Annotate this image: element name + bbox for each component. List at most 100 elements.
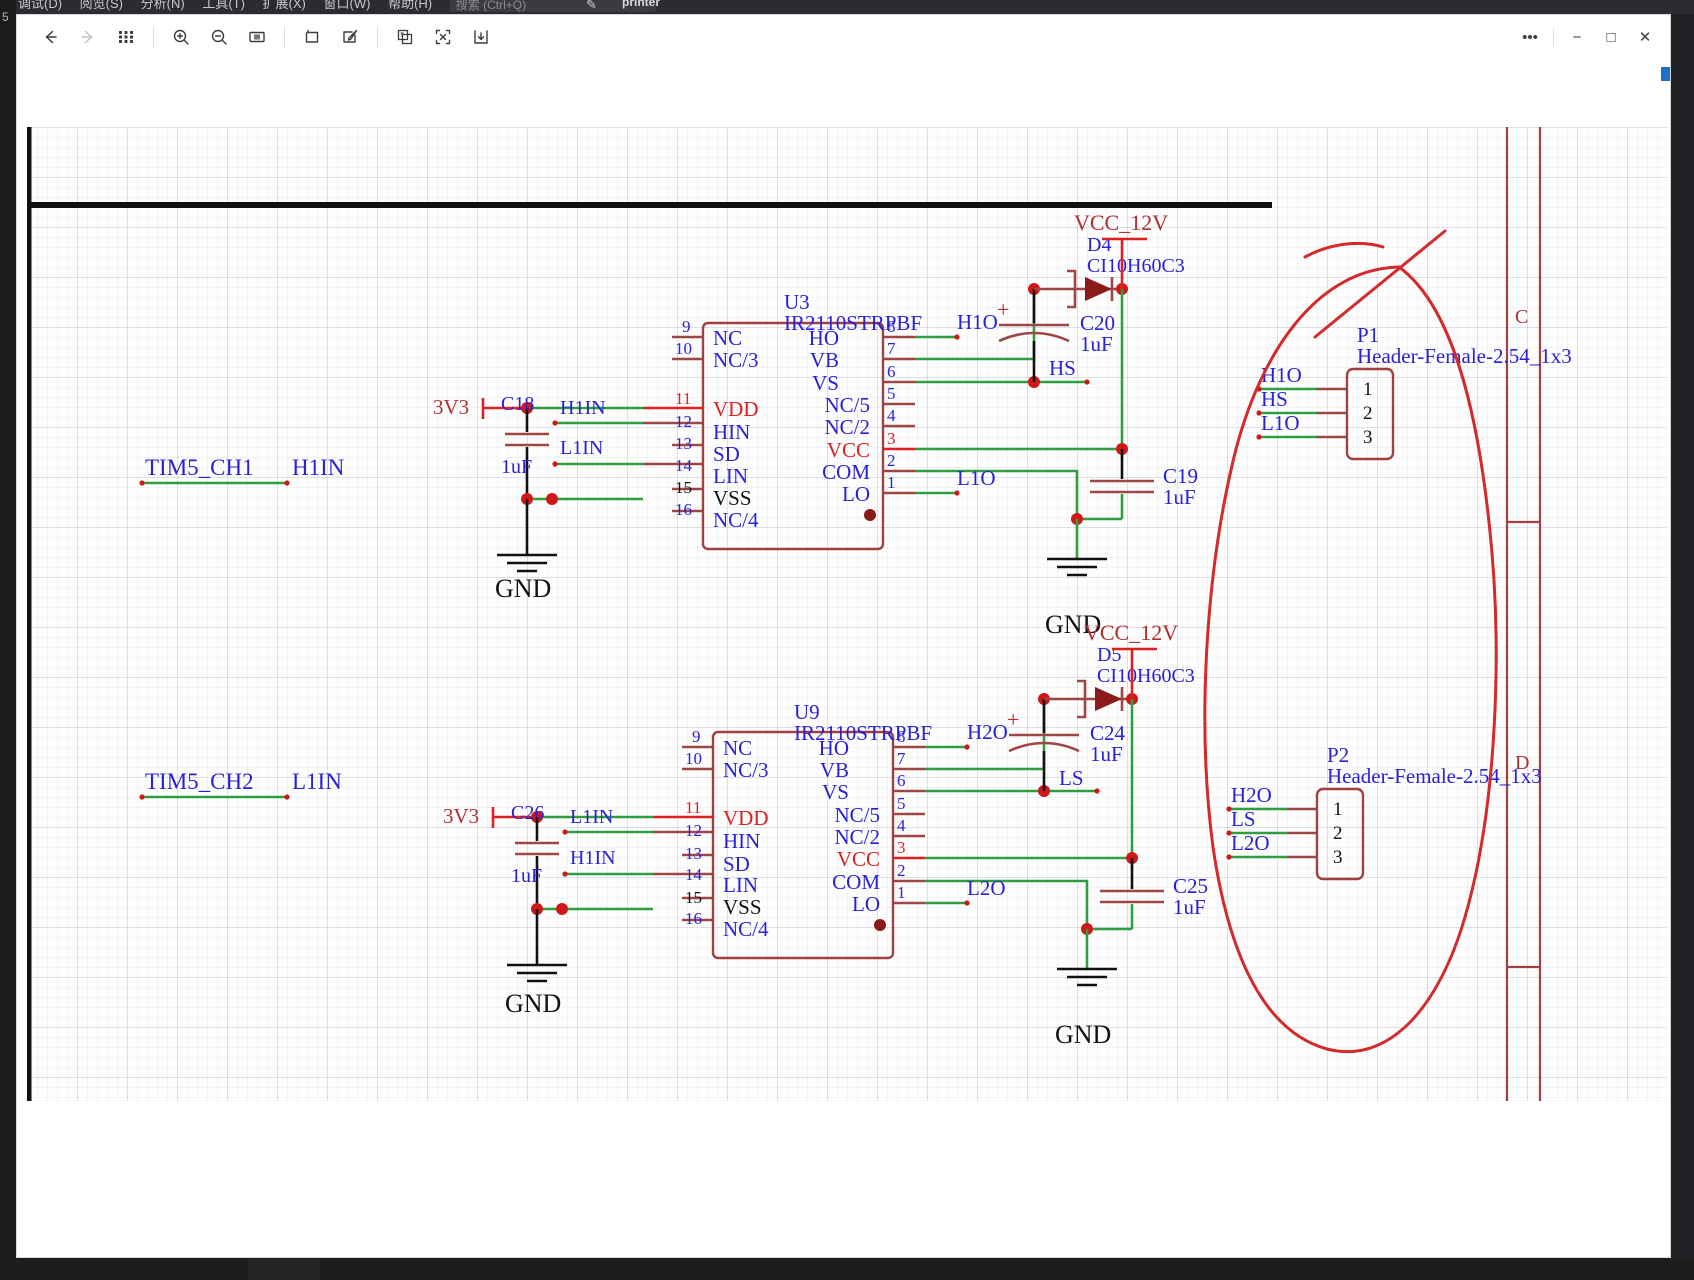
svg-text:7: 7: [887, 339, 896, 358]
zoom-out-icon[interactable]: [204, 22, 234, 52]
header-pin-num-3: 3: [1363, 427, 1373, 448]
gnd-symbol-bottom-left: GND: [505, 963, 567, 1018]
ic-left-pins-u9: 9 NC 10 NC/3 11 VDD 12 HIN 13 SD 14 LIN 15 VSS…: [653, 727, 769, 941]
power-label-vcc12v-top: VCC_12V: [1074, 210, 1168, 235]
taskbar-item[interactable]: [248, 1258, 320, 1280]
power-label-vcc12v-bottom: VCC_12V: [1084, 620, 1178, 645]
svg-text:12: 12: [685, 821, 702, 840]
diode-designator-d5: D5: [1097, 644, 1121, 666]
net-label-l2o: L2O: [967, 876, 1006, 900]
net-label-h1o: H1O: [957, 310, 998, 334]
zone-label-c: C: [1515, 306, 1528, 328]
menu-item-extend[interactable]: 扩展(X): [263, 0, 306, 10]
cap-value-c19: 1uF: [1163, 485, 1196, 509]
maximize-button[interactable]: □: [1594, 22, 1628, 52]
close-button[interactable]: ✕: [1628, 22, 1662, 52]
cap-value-c20: 1uF: [1080, 332, 1113, 356]
back-arrow-icon[interactable]: [35, 22, 65, 52]
svg-text:2: 2: [897, 861, 906, 880]
svg-text:SD: SD: [713, 442, 740, 466]
cap-value-c25: 1uF: [1173, 895, 1206, 919]
viewer-bottom-strip: [17, 1187, 1670, 1257]
compare-icon[interactable]: [390, 22, 420, 52]
gnd-label-bottom-left: GND: [505, 989, 561, 1018]
menu-item-tools[interactable]: 工具(T): [202, 0, 245, 10]
svg-text:12: 12: [675, 412, 692, 431]
menu-item-window[interactable]: 窗口(W): [324, 0, 371, 10]
svg-text:14: 14: [675, 456, 693, 475]
svg-text:HO: HO: [819, 736, 849, 760]
gnd-symbol-bottom-right: GND: [1055, 929, 1117, 1049]
header-p2: P2 Header-Female-2.54_1x3 1 2 3 H2O LS L…: [1226, 743, 1542, 881]
annotate-icon[interactable]: [335, 22, 365, 52]
download-icon[interactable]: [466, 22, 496, 52]
select-region-icon[interactable]: [428, 22, 458, 52]
net-label-tim5-ch2: TIM5_CH2: [145, 769, 254, 794]
more-options-button[interactable]: •••: [1513, 22, 1547, 52]
header-p2-pin-num-2: 2: [1333, 823, 1343, 844]
svg-text:15: 15: [685, 888, 702, 907]
svg-text:VS: VS: [812, 371, 839, 395]
svg-text:9: 9: [682, 317, 691, 336]
svg-text:9: 9: [692, 727, 701, 746]
scroll-accent-marker: [1661, 67, 1670, 81]
gutter-line-number: 5: [2, 10, 9, 24]
gnd-label-top-left: GND: [495, 574, 551, 603]
header-p2-pin-num-3: 3: [1333, 847, 1343, 868]
fit-width-icon[interactable]: [242, 22, 272, 52]
header-part-p1: Header-Female-2.54_1x3: [1357, 344, 1572, 368]
pen-icon[interactable]: ✎: [586, 0, 597, 13]
sheet-border: C D: [27, 127, 1542, 1101]
net-label-p2-ls: LS: [1231, 807, 1256, 831]
menu-item-help[interactable]: 帮助(H): [388, 0, 432, 10]
wire-com-c19: [915, 469, 1079, 519]
svg-text:NC/3: NC/3: [723, 758, 769, 782]
svg-text:8: 8: [887, 317, 896, 336]
cap-value-c26: 1uF: [511, 865, 542, 887]
taskbar[interactable]: [0, 1258, 1694, 1280]
svg-text:10: 10: [685, 749, 702, 768]
header-p1: P1 Header-Female-2.54_1x3 1 2 3 H1O HS L…: [1256, 323, 1572, 461]
power-label-3v3-top: 3V3: [433, 395, 469, 419]
svg-text:LIN: LIN: [723, 873, 758, 897]
net-label-h2o: H2O: [967, 720, 1008, 744]
printer-tab-label[interactable]: printer: [622, 0, 660, 9]
svg-text:4: 4: [897, 816, 906, 835]
menu-item-analyze[interactable]: 分析(N): [141, 0, 185, 10]
zoom-in-icon[interactable]: [166, 22, 196, 52]
svg-text:15: 15: [675, 478, 692, 497]
svg-text:HIN: HIN: [723, 829, 760, 853]
svg-text:11: 11: [685, 798, 701, 817]
svg-text:NC: NC: [723, 736, 752, 760]
section-bottom: TIM5_CH2 L1IN 3V3 C26 1uF L1IN H1IN GND …: [139, 620, 1208, 1049]
net-label-hs: HS: [1049, 356, 1076, 380]
net-label-ls: LS: [1059, 766, 1084, 790]
header-pin-num-1: 1: [1363, 379, 1373, 400]
cap-designator-c18: C18: [501, 393, 534, 415]
svg-text:7: 7: [897, 749, 906, 768]
desktop-background: 调试(D) 阅览(S) 分析(N) 工具(T) 扩展(X) 窗口(W) 帮助(H…: [0, 0, 1694, 1280]
net-label-h1in-bottom: H1IN: [570, 847, 616, 869]
svg-text:14: 14: [685, 865, 703, 884]
svg-text:16: 16: [675, 500, 692, 519]
forward-arrow-icon[interactable]: [73, 22, 103, 52]
svg-text:VCC: VCC: [837, 847, 880, 871]
menu-item-debug[interactable]: 调试(D): [18, 0, 62, 10]
svg-text:NC/2: NC/2: [834, 825, 880, 849]
svg-text:11: 11: [675, 389, 691, 408]
svg-text:NC/2: NC/2: [824, 415, 870, 439]
schematic-canvas[interactable]: .wire{stroke:#2f9e3f;stroke-width:2.6;fi…: [27, 127, 1667, 1101]
svg-text:VSS: VSS: [723, 895, 762, 919]
grid-thumbnails-icon[interactable]: [111, 22, 141, 52]
svg-text:NC/5: NC/5: [834, 803, 880, 827]
minimize-button[interactable]: −: [1560, 22, 1594, 52]
svg-text:HIN: HIN: [713, 420, 750, 444]
viewer-window: ••• − □ ✕ .wire{stroke:#2f9e3f;stroke-wi…: [16, 14, 1671, 1258]
menu-item-view[interactable]: 阅览(S): [80, 0, 123, 10]
svg-text:VS: VS: [822, 780, 849, 804]
svg-text:VSS: VSS: [713, 486, 752, 510]
svg-text:COM: COM: [832, 870, 880, 894]
crop-icon[interactable]: [297, 22, 327, 52]
header-p2-pin-num-1: 1: [1333, 799, 1343, 820]
svg-text:16: 16: [685, 909, 702, 928]
